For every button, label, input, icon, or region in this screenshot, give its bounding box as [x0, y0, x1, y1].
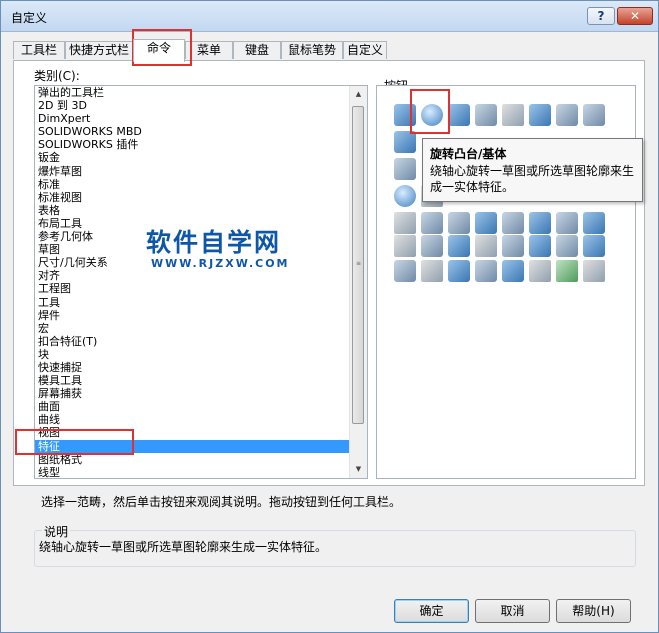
cosmetic-thread-icon[interactable]: [529, 260, 551, 282]
rib-icon[interactable]: [583, 104, 605, 126]
cancel-button[interactable]: 取消: [475, 599, 550, 623]
tooltip-title: 旋转凸台/基体: [430, 147, 507, 161]
mirror-icon[interactable]: [529, 212, 551, 234]
category-scrollbar[interactable]: ▲ ≡ ▼: [349, 86, 367, 478]
category-listbox[interactable]: 弹出的工具栏 2D 到 3D DimXpert SOLIDWORKS MBD SOLID…: [34, 85, 368, 479]
flex-icon[interactable]: [502, 235, 524, 257]
fill-pattern-icon[interactable]: [583, 212, 605, 234]
tooltip-description: 绕轴心旋转一草图或所选草图轮廓来生成一实体特征。: [430, 164, 635, 194]
category-item[interactable]: 表格: [35, 204, 351, 217]
category-item[interactable]: 2D 到 3D: [35, 99, 351, 112]
watermark-url: WWW.RJZXW.COM: [151, 257, 290, 270]
grip-icon: ≡: [356, 260, 362, 267]
description-text: 绕轴心旋转一草图或所选草图轮廓来生成一实体特征。: [39, 540, 328, 554]
split-icon[interactable]: [394, 260, 416, 282]
category-item[interactable]: 宏: [35, 322, 351, 335]
instant3d-icon[interactable]: [583, 260, 605, 282]
category-item[interactable]: DimXpert: [35, 112, 351, 125]
category-item[interactable]: 爆炸草图: [35, 165, 351, 178]
category-item[interactable]: 工具: [35, 296, 351, 309]
close-button[interactable]: ✕: [617, 7, 653, 25]
scroll-down-icon[interactable]: ▼: [350, 461, 367, 478]
category-item[interactable]: 块: [35, 348, 351, 361]
feature-item-highlight: [15, 429, 134, 455]
category-item[interactable]: 曲线: [35, 413, 351, 426]
category-item[interactable]: 钣金: [35, 151, 351, 164]
combine-icon[interactable]: [556, 235, 578, 257]
button-tooltip: 旋转凸台/基体 绕轴心旋转一草图或所选草图轮廓来生成一实体特征。: [422, 138, 643, 202]
tab-commands[interactable]: 命令: [133, 39, 185, 62]
category-label: 类别(C):: [34, 69, 80, 83]
sweep-boss-icon[interactable]: [448, 104, 470, 126]
title-bar[interactable]: 自定义 ? ✕: [1, 1, 658, 32]
dome-icon[interactable]: [394, 185, 416, 207]
window-title: 自定义: [11, 11, 48, 25]
category-item[interactable]: 屏幕捕获: [35, 387, 351, 400]
sketch-driven-pattern-icon[interactable]: [556, 212, 578, 234]
thicken-icon[interactable]: [448, 260, 470, 282]
circular-pattern-icon[interactable]: [502, 212, 524, 234]
shell-icon[interactable]: [556, 104, 578, 126]
category-item[interactable]: 模具工具: [35, 374, 351, 387]
category-item[interactable]: 曲面: [35, 400, 351, 413]
deform-icon[interactable]: [448, 235, 470, 257]
help-button[interactable]: 帮助(H): [556, 599, 631, 623]
scroll-up-icon[interactable]: ▲: [350, 86, 367, 103]
indent-icon[interactable]: [475, 235, 497, 257]
category-item[interactable]: 扣合特征(T): [35, 335, 351, 348]
category-item[interactable]: 线型: [35, 466, 351, 478]
freeform-icon[interactable]: [421, 260, 443, 282]
fillet-icon[interactable]: [394, 131, 416, 153]
revolve-cut-icon[interactable]: [529, 104, 551, 126]
tab-toolbars[interactable]: 工具栏: [13, 41, 65, 59]
watermark-text: 软件自学网: [146, 228, 282, 257]
instruction-text: 选择一范畴，然后单击按钮来观阅其说明。拖动按钮到任何工具栏。: [41, 495, 402, 509]
check-icon[interactable]: [556, 260, 578, 282]
tab-menus[interactable]: 菜单: [185, 41, 233, 59]
linear-pattern-icon[interactable]: [475, 212, 497, 234]
ok-button[interactable]: 确定: [394, 599, 469, 623]
reference-axis-icon[interactable]: [394, 235, 416, 257]
category-list: 弹出的工具栏 2D 到 3D DimXpert SOLIDWORKS MBD SOLID…: [35, 86, 351, 478]
help-title-button[interactable]: ?: [587, 7, 615, 25]
category-item[interactable]: 对齐: [35, 269, 351, 282]
tab-keyboard[interactable]: 键盘: [233, 41, 281, 59]
revolve-icon-highlight: [410, 89, 450, 134]
loft-boss-icon[interactable]: [475, 104, 497, 126]
category-item[interactable]: 工程图: [35, 282, 351, 295]
extrude-cut-icon[interactable]: [502, 104, 524, 126]
category-item[interactable]: 快速捕捉: [35, 361, 351, 374]
category-item[interactable]: 焊件: [35, 309, 351, 322]
tab-shortcut-bars[interactable]: 快捷方式栏: [65, 41, 133, 59]
scroll-thumb[interactable]: ≡: [352, 106, 364, 424]
category-item[interactable]: 弹出的工具栏: [35, 86, 351, 99]
split-line-icon[interactable]: [421, 212, 443, 234]
hole-wizard-icon[interactable]: [475, 260, 497, 282]
tab-customization[interactable]: 自定义: [343, 41, 387, 59]
chamfer-icon[interactable]: [394, 158, 416, 180]
category-item[interactable]: 标准: [35, 178, 351, 191]
curve-driven-pattern-icon[interactable]: [448, 212, 470, 234]
table-pattern-icon[interactable]: [421, 235, 443, 257]
move-face-icon[interactable]: [394, 212, 416, 234]
intersect-icon[interactable]: [583, 235, 605, 257]
tab-mouse-gestures[interactable]: 鼠标笔势: [281, 41, 343, 59]
wrap-icon[interactable]: [529, 235, 551, 257]
category-item[interactable]: 标准视图: [35, 191, 351, 204]
category-item[interactable]: SOLIDWORKS MBD: [35, 125, 351, 138]
customize-dialog: 自定义 ? ✕ 工具栏 快捷方式栏 命令 菜单 键盘 鼠标笔势 自定义 类别(C…: [0, 0, 659, 633]
thread-icon[interactable]: [502, 260, 524, 282]
category-item[interactable]: SOLIDWORKS 插件: [35, 138, 351, 151]
